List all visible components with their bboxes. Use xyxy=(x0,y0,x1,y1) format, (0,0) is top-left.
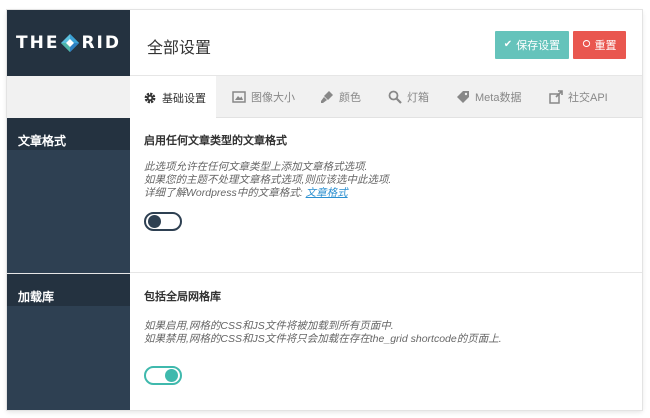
reset-icon: ⭘ xyxy=(582,39,591,50)
logo-text-left: THE xyxy=(16,33,60,53)
setting-description-line: 如果启用,网格的CSS和JS文件将被加载到所有页面中. xyxy=(144,320,394,332)
logo-mark-icon xyxy=(61,34,80,52)
setting-description: 此选项允许在任何文章类型上添加文章格式选项. 如果您的主题不处理文章格式选项,则… xyxy=(144,161,642,200)
sidebar-gap xyxy=(7,76,130,118)
check-icon: ✔ xyxy=(503,39,513,50)
setting-description: 如果启用,网格的CSS和JS文件将被加载到所有页面中. 如果禁用,网格的CSS和… xyxy=(144,320,642,346)
settings-tabs: 基础设置 图像大小 颜色 灯箱 Meta数据 社交API xyxy=(130,76,642,119)
page-header: 全部设置 ✔ 保存设置 ⭘ 重置 xyxy=(130,10,642,76)
reset-button[interactable]: ⭘ 重置 xyxy=(573,31,626,59)
setting-row-post-formats: 启用任何文章类型的文章格式 此选项允许在任何文章类型上添加文章格式选项. 如果您… xyxy=(130,118,642,273)
sidebar-section-label: 加载库 xyxy=(18,290,55,304)
tab-social-api[interactable]: 社交API xyxy=(549,76,608,118)
tab-label: 颜色 xyxy=(339,92,361,104)
reset-label: 重置 xyxy=(594,40,617,52)
sidebar-section-load-library: 加载库 xyxy=(7,274,130,410)
tab-label: 灯箱 xyxy=(407,92,429,104)
tag-icon xyxy=(457,91,469,103)
save-settings-label: 保存设置 xyxy=(516,40,561,52)
setting-title: 启用任何文章类型的文章格式 xyxy=(144,135,287,147)
tab-general[interactable]: 基础设置 xyxy=(130,76,216,119)
image-icon xyxy=(232,91,246,103)
setting-description-line: 此选项允许在任何文章类型上添加文章格式选项. xyxy=(144,161,368,173)
tab-lightbox[interactable]: 灯箱 xyxy=(388,76,429,118)
post-formats-link[interactable]: 文章格式 xyxy=(306,187,348,199)
settings-content: 启用任何文章类型的文章格式 此选项允许在任何文章类型上添加文章格式选项. 如果您… xyxy=(130,118,642,410)
tab-label: 基础设置 xyxy=(162,92,206,105)
tab-label: Meta数据 xyxy=(475,92,522,104)
setting-description-line: 如果禁用,网格的CSS和JS文件将只会加载在存在the_grid shortco… xyxy=(144,333,502,345)
settings-panel: THE RID 文章格式 加载库 全部设置 ✔ 保存设置 ⭘ 重置 基础设置 图… xyxy=(7,10,642,410)
setting-description-line: 如果您的主题不处理文章格式选项,则应该选中此选项. xyxy=(144,174,392,186)
toggle-knob xyxy=(165,369,178,382)
gear-icon xyxy=(144,92,156,103)
tab-label: 社交API xyxy=(568,92,608,104)
sidebar-section-label: 文章格式 xyxy=(18,134,67,148)
setting-row-load-library: 包括全局网格库 如果启用,网格的CSS和JS文件将被加载到所有页面中. 如果禁用… xyxy=(130,274,642,410)
page-title: 全部设置 xyxy=(147,40,212,57)
tab-meta-data[interactable]: Meta数据 xyxy=(456,76,521,118)
share-icon xyxy=(549,90,563,104)
tab-colors[interactable]: 颜色 xyxy=(320,76,361,118)
post-formats-toggle[interactable] xyxy=(144,212,182,231)
save-settings-button[interactable]: ✔ 保存设置 xyxy=(495,31,569,59)
sidebar-section-post-formats: 文章格式 xyxy=(7,118,130,273)
setting-description-line: 详细了解Wordpress中的文章格式: xyxy=(144,187,303,199)
setting-title: 包括全局网格库 xyxy=(144,291,221,303)
logo-text-right: RID xyxy=(81,33,121,53)
tab-image-sizes[interactable]: 图像大小 xyxy=(232,76,295,118)
toggle-knob xyxy=(148,215,161,228)
logo: THE RID xyxy=(7,10,130,76)
brush-icon xyxy=(321,91,333,103)
tab-label: 图像大小 xyxy=(251,92,295,104)
search-icon xyxy=(388,90,402,104)
global-library-toggle[interactable] xyxy=(144,366,182,385)
